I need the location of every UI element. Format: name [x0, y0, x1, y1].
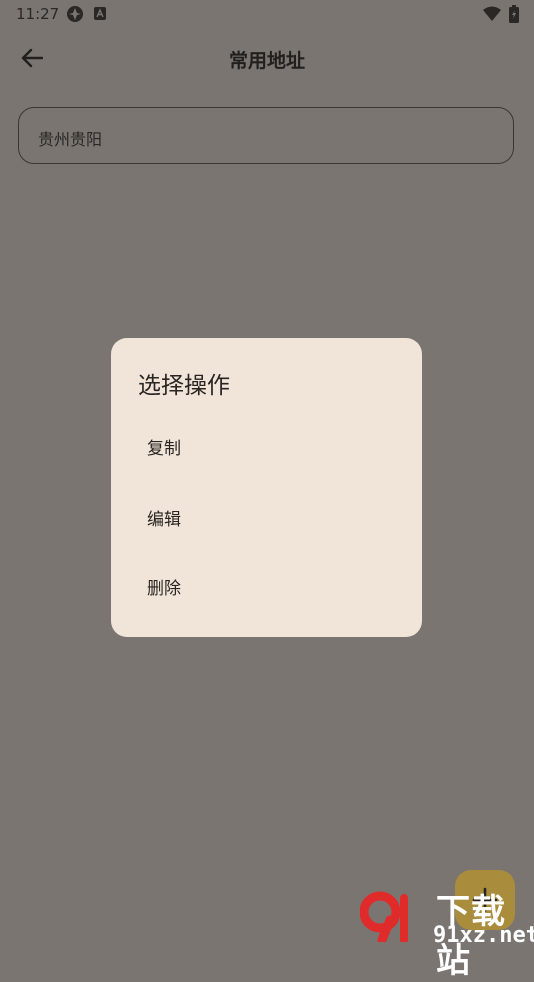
edit-option[interactable]: 编辑 — [111, 488, 422, 544]
dialog-title: 选择操作 — [138, 373, 230, 399]
delete-option-label: 删除 — [147, 579, 181, 599]
copy-option[interactable]: 复制 — [111, 417, 422, 473]
wifi-icon — [483, 6, 501, 21]
delete-option[interactable]: 删除 — [111, 557, 422, 613]
keyboard-a-icon — [94, 7, 106, 20]
address-text: 贵州贵阳 — [38, 130, 103, 149]
address-item[interactable]: 贵州贵阳 — [18, 107, 514, 164]
status-time: 11:27 — [16, 5, 60, 23]
app-notification-icon — [67, 6, 83, 22]
watermark-logo-icon — [360, 891, 408, 942]
copy-option-label: 复制 — [147, 439, 181, 459]
top-app-bar: 常用地址 — [0, 28, 534, 90]
action-dialog: 选择操作 复制 编辑 删除 — [111, 338, 422, 637]
status-bar: 11:27 — [0, 0, 534, 28]
battery-icon — [509, 5, 519, 23]
watermark-url: 91xz.net — [433, 923, 534, 948]
edit-option-label: 编辑 — [147, 510, 181, 530]
page-title: 常用地址 — [228, 50, 305, 72]
